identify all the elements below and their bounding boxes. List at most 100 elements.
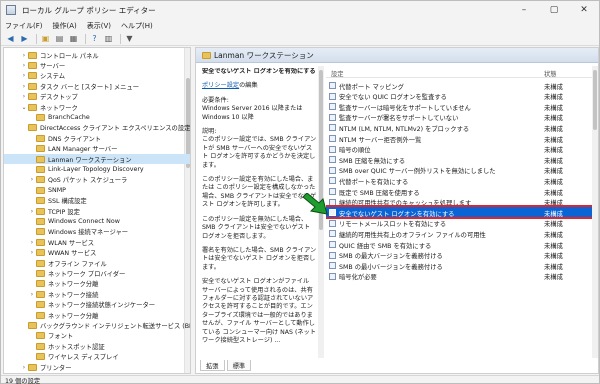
tree-item[interactable]: ネットワーク分離 [4, 310, 190, 320]
expander-icon[interactable]: ⌄ [20, 104, 28, 111]
setting-row[interactable]: リモートメールスロットを有効にする 未構成 [326, 218, 598, 228]
filter-icon[interactable]: ▼ [124, 33, 135, 44]
tree-item[interactable]: › WWAN サービス [4, 248, 190, 258]
tree-item[interactable]: › ネットワーク接続 [4, 289, 190, 299]
tree-item[interactable]: DirectAccess クライアント エクスペリエンスの設定 [4, 123, 190, 133]
policy-icon [329, 272, 336, 280]
description-paragraph: このポリシー設定を無効にした場合、SMB クライアントは安全でないゲスト ログオ… [202, 215, 311, 240]
export-list-icon[interactable]: ▦ [68, 33, 79, 44]
tree-item[interactable]: ネットワーク接続状態インジケーター [4, 300, 190, 310]
setting-state: 未構成 [544, 157, 563, 165]
tree-item[interactable]: フォント [4, 331, 190, 341]
setting-row[interactable]: 暗号の順位 未構成 [326, 144, 598, 154]
expander-icon[interactable]: › [28, 249, 36, 256]
menu-file[interactable]: ファイル(F) [5, 21, 43, 31]
setting-row[interactable]: 代替ポート マッピング 未構成 [326, 80, 598, 91]
expander-icon[interactable]: › [20, 52, 28, 59]
tree-item[interactable]: Lanman ワークステーション [4, 154, 190, 164]
setting-row[interactable]: NTLM (LM, NTLM, NTLMv2) をブロックする 未構成 [326, 122, 598, 133]
toolbar-divider [85, 33, 86, 44]
tree-item[interactable]: ⌄ ネットワーク [4, 102, 190, 112]
folder-icon [28, 321, 37, 329]
setting-state: 未構成 [544, 83, 563, 91]
setting-row[interactable]: 代替ポートを有効にする 未構成 [326, 175, 598, 186]
tree-item[interactable]: ネットワーク分離 [4, 279, 190, 289]
tree-item[interactable]: Windows 接続マネージャー [4, 227, 190, 237]
up-folder-icon[interactable]: ▣ [40, 33, 51, 44]
expander-icon[interactable]: › [20, 93, 28, 100]
expander-icon[interactable]: › [20, 83, 28, 90]
setting-row[interactable]: 暗号化が必要 未構成 [326, 271, 598, 281]
tree-item-label: WLAN サービス [48, 239, 95, 247]
policy-icon [329, 124, 336, 132]
list-scrollbar[interactable] [592, 66, 598, 358]
tree-item-label: Windows 接続マネージャー [48, 229, 129, 237]
tab-standard[interactable]: 標準 [226, 360, 252, 371]
tree-item[interactable]: › WLAN サービス [4, 237, 190, 247]
setting-row[interactable]: SMB 圧縮を無効にする 未構成 [326, 154, 598, 165]
title-bar: ローカル グループ ポリシー エディター – ▢ ✕ [1, 1, 599, 19]
tree-item[interactable]: › サーバー [4, 60, 190, 70]
setting-row[interactable]: 監査サーバーは暗号化をサポートしていません 未構成 [326, 101, 598, 112]
tree-item[interactable]: ネットワーク プロバイダー [4, 268, 190, 278]
tree-item[interactable]: Windows Connect Now [4, 216, 190, 226]
expander-icon[interactable]: › [20, 364, 28, 371]
edit-policy-link[interactable]: ポリシー設定 [202, 82, 239, 89]
tree-item[interactable]: DNS クライアント [4, 133, 190, 143]
tree-item[interactable]: ホットスポット認証 [4, 341, 190, 351]
list-header: 設定 状態 [326, 66, 598, 78]
tree-item[interactable]: Link-Layer Topology Discovery [4, 164, 190, 174]
setting-name: 代替ポート マッピング [339, 83, 404, 91]
expander-icon[interactable]: › [20, 72, 28, 79]
tree-item[interactable]: › システム [4, 71, 190, 81]
setting-row[interactable]: 既定で SMB 圧縮を使用する 未構成 [326, 186, 598, 197]
setting-row[interactable]: SMB の最小バージョンを義務付ける 未構成 [326, 260, 598, 271]
tree-item[interactable]: › タスク バーと [スタート] メニュー [4, 81, 190, 91]
column-setting[interactable]: 設定 [331, 69, 344, 78]
expander-icon[interactable]: › [20, 62, 28, 69]
setting-name: SMB over QUIC サーバー例外リストを無効にしました [339, 168, 496, 176]
setting-row[interactable]: SMB over QUIC サーバー例外リストを無効にしました 未構成 [326, 165, 598, 175]
expander-icon[interactable]: › [28, 176, 36, 183]
menu-view[interactable]: 表示(V) [87, 21, 111, 31]
tree-item[interactable]: › プリンター [4, 362, 190, 372]
show-tree-icon[interactable]: ▤ [54, 33, 65, 44]
tree-item[interactable]: › デスクトップ [4, 92, 190, 102]
expander-icon[interactable]: › [28, 239, 36, 246]
expander-icon[interactable]: › [28, 208, 36, 215]
column-state[interactable]: 状態 [544, 69, 557, 78]
setting-row[interactable]: SMB の最大バージョンを義務付ける 未構成 [326, 250, 598, 260]
tab-extended[interactable]: 拡張 [200, 360, 225, 371]
maximize-button[interactable]: ▢ [539, 1, 569, 19]
tree-item[interactable]: › QoS パケット スケジューラ [4, 175, 190, 185]
menu-action[interactable]: 操作(A) [53, 21, 77, 31]
properties-icon[interactable]: ▥ [103, 33, 114, 44]
close-button[interactable]: ✕ [569, 1, 599, 19]
forward-icon[interactable]: ▶ [19, 33, 30, 44]
setting-row[interactable]: 監査サーバーが署名をサポートしていない 未構成 [326, 112, 598, 122]
setting-state: 未構成 [544, 210, 563, 218]
tree-item[interactable]: ワイヤレス ディスプレイ [4, 352, 190, 362]
tree-item[interactable]: › コントロール パネル [4, 50, 190, 60]
tree-item[interactable]: オフライン ファイル [4, 258, 190, 268]
selected-setting-row[interactable]: 安全でないゲスト ログオンを有効にする 未構成 [326, 205, 598, 220]
setting-state: 未構成 [544, 189, 563, 197]
setting-row[interactable]: 継続的可用性共有でのキャッシュを処理します 未構成 [326, 197, 598, 207]
tree-item[interactable]: › TCPIP 設定 [4, 206, 190, 216]
tree-item[interactable]: LAN Manager サーバー [4, 144, 190, 154]
tree-item[interactable]: BranchCache [4, 112, 190, 122]
back-icon[interactable]: ◀ [5, 33, 16, 44]
setting-row[interactable]: 安全でない QUIC ログオンを監査する 未構成 [326, 91, 598, 101]
menu-help[interactable]: ヘルプ(H) [121, 21, 153, 31]
expander-icon[interactable]: › [28, 291, 36, 298]
help-icon[interactable]: ? [89, 33, 100, 44]
setting-row[interactable]: NTLM サーバー拒否例外一覧 未構成 [326, 133, 598, 144]
tree-item-label: デスクトップ [40, 94, 78, 102]
setting-row[interactable]: 継続的可用性共有上のオフライン ファイルの可用性 未構成 [326, 228, 598, 239]
tree-item[interactable]: SSL 構成設定 [4, 196, 190, 206]
setting-row[interactable]: QUIC 経由で SMB を有効にする 未構成 [326, 239, 598, 250]
tree-item[interactable]: SNMP [4, 185, 190, 195]
list-scrollbar-thumb[interactable] [593, 70, 597, 130]
tree-item[interactable]: バックグラウンド インテリジェント転送サービス (BITS) [4, 320, 190, 330]
minimize-button[interactable]: – [509, 1, 539, 19]
